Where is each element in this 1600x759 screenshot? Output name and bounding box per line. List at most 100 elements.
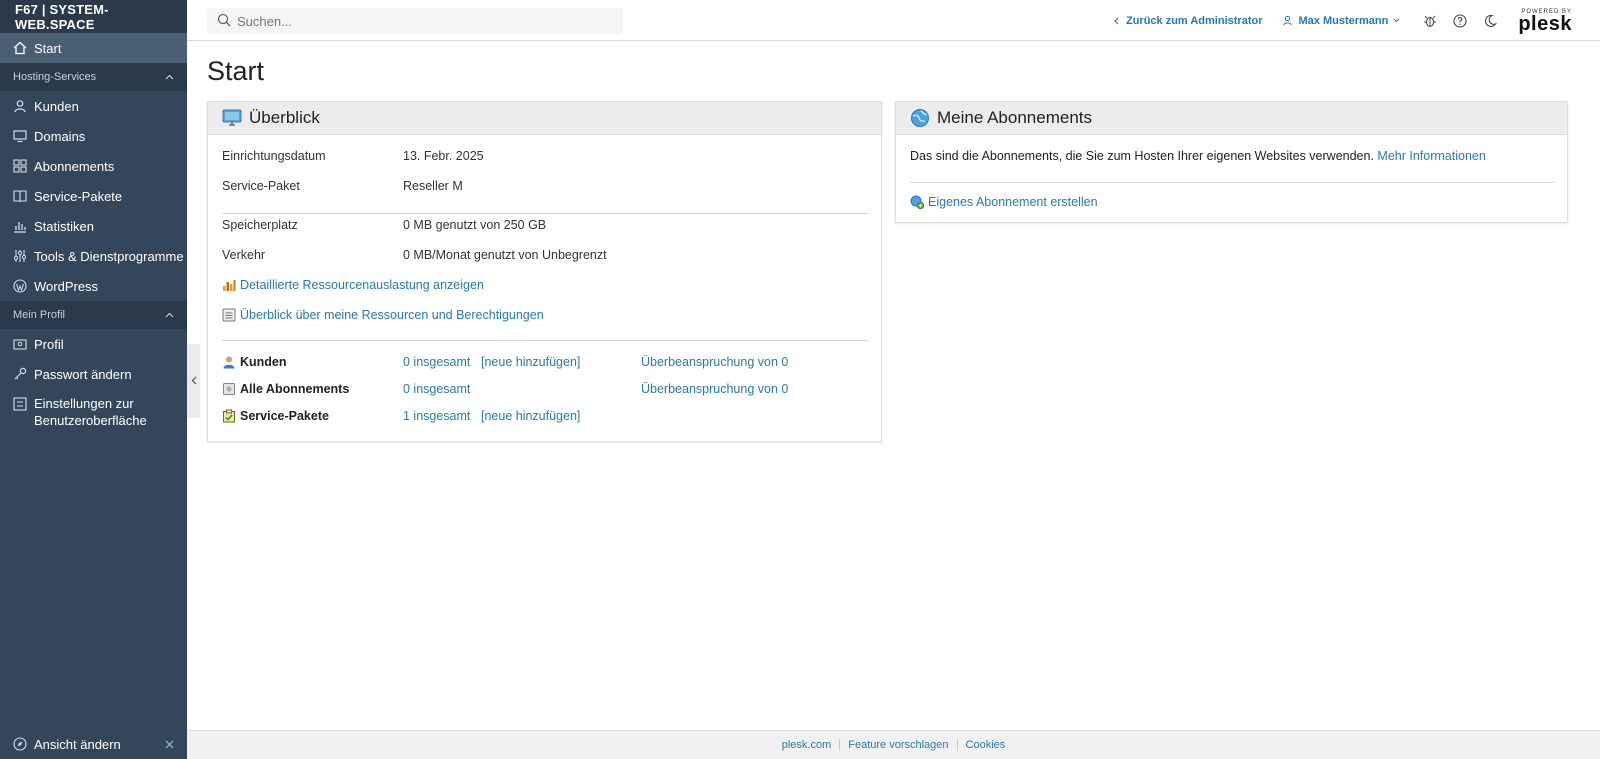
divider [910, 182, 1555, 183]
profile-card-icon [13, 337, 27, 351]
section-hosting-services[interactable]: Hosting-Services [0, 63, 187, 91]
setup-date-label: Einrichtungsdatum [222, 149, 326, 163]
add-plan-link[interactable]: [neue hinzufügen] [481, 409, 580, 423]
label-line-2: Benutzeroberfläche [34, 413, 147, 428]
subscriptions-total-link[interactable]: 0 insgesamt [403, 382, 470, 396]
section-mein-profil[interactable]: Mein Profil [0, 301, 187, 329]
sidebar-item-label: Einstellungen zur Benutzeroberfläche [34, 395, 147, 429]
search-input[interactable] [237, 13, 607, 29]
user-menu[interactable]: Max Mustermann [1282, 15, 1400, 27]
subscriptions-overuse-link[interactable]: Überbeanspruchung von 0 [641, 382, 788, 396]
back-link-label: Zurück zum Administrator [1125, 14, 1263, 27]
plesk-logo[interactable]: POWERED BY plesk [1518, 9, 1572, 34]
add-customer-link[interactable]: [neue hinzufügen] [481, 355, 580, 369]
section-label: Hosting-Services [13, 71, 97, 83]
sidebar-item-abonnements[interactable]: Abonnements [0, 151, 187, 181]
sidebar-item-profil[interactable]: Profil [0, 329, 187, 359]
wordpress-icon [13, 279, 27, 293]
resources-permissions-link-label: Überblick über meine Ressourcen und Bere… [240, 308, 544, 322]
sidebar-item-label: Domains [34, 128, 86, 144]
sidebar-item-label: Start [34, 40, 62, 56]
resources-permissions-link[interactable]: Überblick über meine Ressourcen und Bere… [222, 308, 544, 322]
sidebar: F67 | SYSTEM-WEB.SPACE Start Hosting-Ser… [0, 0, 187, 759]
user-icon [1282, 15, 1293, 26]
back-to-admin-link[interactable]: Zurück zum Administrator [1114, 14, 1263, 27]
resource-usage-link[interactable]: Detaillierte Ressourcenauslastung anzeig… [222, 278, 484, 292]
chevron-up-icon [165, 309, 174, 321]
resource-usage-link-label: Detaillierte Ressourcenauslastung anzeig… [240, 278, 484, 292]
plan-value: Reseller M [403, 179, 463, 193]
stat-row-service-pakete: Service-Pakete 1 insgesamt [neue hinzufü… [208, 409, 881, 425]
sidebar-item-ui-settings[interactable]: Einstellungen zur Benutzeroberfläche [0, 389, 187, 431]
stat-row-abonnements: Alle Abonnements 0 insgesamt Überbeanspr… [208, 382, 881, 398]
bar-chart-icon [222, 278, 236, 292]
sidebar-item-label: Abonnements [34, 158, 115, 174]
sidebar-item-statistiken[interactable]: Statistiken [0, 211, 187, 241]
monitor-icon [222, 108, 242, 128]
search-icon [217, 13, 231, 30]
overview-panel: Überblick Einrichtungsdatum 13. Febr. 20… [207, 101, 882, 442]
stat-label-text: Kunden [240, 355, 287, 369]
user-name: Max Mustermann [1298, 14, 1389, 27]
traffic-label: Verkehr [222, 248, 266, 262]
label-line-1: Einstellungen zur [34, 396, 134, 411]
create-subscription-link[interactable]: Eigenes Abonnement erstellen [910, 195, 1098, 209]
section-label: Mein Profil [13, 309, 65, 321]
page-title: Start [207, 56, 265, 86]
page-footer: plesk.com Feature vorschlagen Cookies [187, 730, 1600, 759]
plan-label: Service-Paket [222, 179, 300, 193]
sidebar-collapse-handle[interactable] [187, 344, 200, 418]
sidebar-item-label: Tools & Dienstprogramme [34, 248, 184, 264]
sidebar-item-domains[interactable]: Domains [0, 121, 187, 151]
compass-icon [13, 737, 27, 751]
subscriptions-panel-header: Meine Abonnements [896, 102, 1567, 135]
sidebar-item-passwort[interactable]: Passwort ändern [0, 359, 187, 389]
bar-chart-icon [13, 219, 27, 233]
sidebar-item-label: Profil [34, 336, 64, 352]
divider [222, 213, 869, 214]
sidebar-item-tools[interactable]: Tools & Dienstprogramme [0, 241, 187, 271]
stat-label-text: Service-Pakete [240, 409, 329, 423]
sidebar-item-label: WordPress [34, 278, 99, 294]
stat-row-kunden: Kunden 0 insgesamt [neue hinzufügen] Übe… [208, 355, 881, 371]
add-subscription-icon [910, 195, 924, 209]
close-icon[interactable] [165, 737, 174, 752]
footer-separator [956, 739, 958, 751]
subscriptions-description: Das sind die Abonnements, die Sie zum Ho… [910, 149, 1374, 163]
help-icon[interactable] [1452, 13, 1468, 29]
bug-icon[interactable] [1422, 13, 1438, 29]
search-box[interactable] [207, 8, 623, 34]
brand-title: F67 | SYSTEM-WEB.SPACE [0, 0, 187, 33]
sidebar-item-start[interactable]: Start [0, 33, 187, 63]
monitor-icon [13, 129, 27, 143]
sidebar-item-service-pakete[interactable]: Service-Pakete [0, 181, 187, 211]
sidebar-item-label: Passwort ändern [34, 366, 132, 382]
overview-panel-header: Überblick [208, 102, 881, 135]
settings-panel-icon [13, 397, 27, 411]
more-info-link[interactable]: Mehr Informationen [1377, 149, 1485, 163]
subscriptions-panel: Meine Abonnements Das sind die Abonnemen… [895, 101, 1568, 223]
change-view-bar[interactable]: Ansicht ändern [0, 729, 187, 759]
moon-icon[interactable] [1482, 13, 1498, 29]
customers-overuse-link[interactable]: Überbeanspruchung von 0 [641, 355, 788, 369]
home-icon [13, 41, 27, 55]
stat-label: Alle Abonnements [222, 382, 349, 396]
chevron-down-icon [1393, 18, 1400, 23]
chevron-left-icon [191, 374, 197, 388]
sidebar-item-label: Kunden [34, 98, 79, 114]
disk-label: Speicherplatz [222, 218, 298, 232]
chevron-left-icon [1114, 17, 1119, 25]
footer-link-plesk[interactable]: plesk.com [782, 739, 832, 751]
sidebar-item-kunden[interactable]: Kunden [0, 91, 187, 121]
sidebar-item-label: Statistiken [34, 218, 94, 234]
stat-label: Service-Pakete [222, 409, 329, 423]
subscription-icon [222, 382, 236, 396]
customers-total-link[interactable]: 0 insgesamt [403, 355, 470, 369]
sidebar-item-wordpress[interactable]: WordPress [0, 271, 187, 301]
plans-total-link[interactable]: 1 insgesamt [403, 409, 470, 423]
footer-link-cookies[interactable]: Cookies [966, 739, 1006, 751]
globe-icon [910, 108, 930, 128]
footer-link-feature-request[interactable]: Feature vorschlagen [848, 739, 948, 751]
customer-icon [222, 355, 236, 369]
user-icon [13, 99, 27, 113]
